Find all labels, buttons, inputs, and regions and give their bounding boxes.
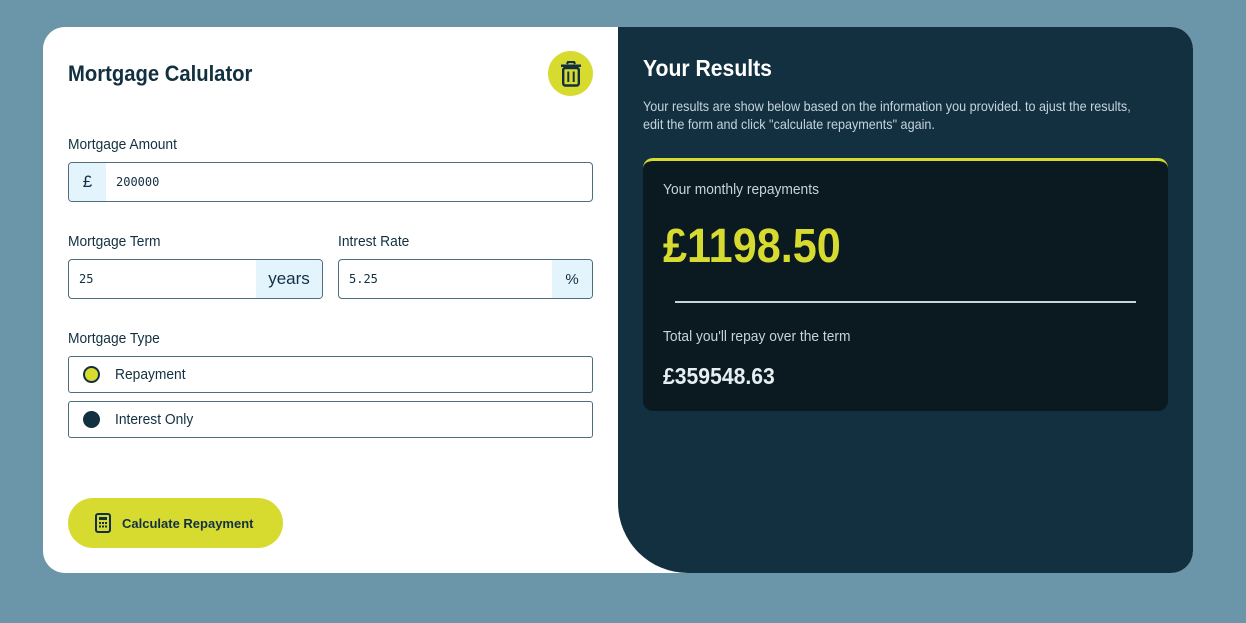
mortgage-amount-field: £ <box>68 162 593 202</box>
results-divider <box>675 301 1136 303</box>
total-repay-label: Total you'll repay over the term <box>663 328 851 345</box>
calculator-icon <box>95 513 111 533</box>
radio-repayment[interactable]: Repayment <box>68 356 593 393</box>
mortgage-amount-label: Mortgage Amount <box>68 136 177 153</box>
trash-icon <box>560 60 581 87</box>
mortgage-term-input[interactable] <box>69 260 256 298</box>
calculator-panel: Mortgage Calulator Mortgage Amount £ Mor… <box>43 27 618 573</box>
mortgage-term-label: Mortgage Term <box>68 233 161 250</box>
mortgage-card: Mortgage Calulator Mortgage Amount £ Mor… <box>43 27 1193 573</box>
total-repay-value: £359548.63 <box>663 363 775 389</box>
monthly-repayments-label: Your monthly repayments <box>663 181 819 198</box>
radio-interest-only[interactable]: Interest Only <box>68 401 593 438</box>
monthly-repayments-value: £1198.50 <box>663 220 841 273</box>
radio-repayment-label: Repayment <box>115 366 186 383</box>
interest-rate-label: Intrest Rate <box>338 233 410 250</box>
radio-selected-indicator <box>83 366 100 383</box>
rate-suffix: % <box>552 260 592 298</box>
mortgage-term-field: years <box>68 259 323 299</box>
results-description: Your results are show below based on the… <box>643 98 1131 132</box>
radio-interest-only-label: Interest Only <box>115 411 194 428</box>
currency-prefix: £ <box>69 163 106 201</box>
radio-unselected-indicator <box>83 411 100 428</box>
calculate-repayment-label: Calculate Repayment <box>122 515 254 531</box>
mortgage-type-label: Mortgage Type <box>68 330 160 347</box>
results-title: Your Results <box>643 55 772 81</box>
mortgage-amount-input[interactable] <box>106 163 592 201</box>
clear-all-button[interactable] <box>548 51 593 96</box>
interest-rate-field: % <box>338 259 593 299</box>
calculate-repayment-button[interactable]: Calculate Repayment <box>68 498 283 548</box>
term-suffix: years <box>256 260 322 298</box>
results-panel: Your Results Your results are show below… <box>618 27 1193 573</box>
interest-rate-input[interactable] <box>339 260 552 298</box>
calculator-title: Mortgage Calulator <box>68 61 253 86</box>
results-box: Your monthly repayments £1198.50 Total y… <box>643 158 1168 411</box>
